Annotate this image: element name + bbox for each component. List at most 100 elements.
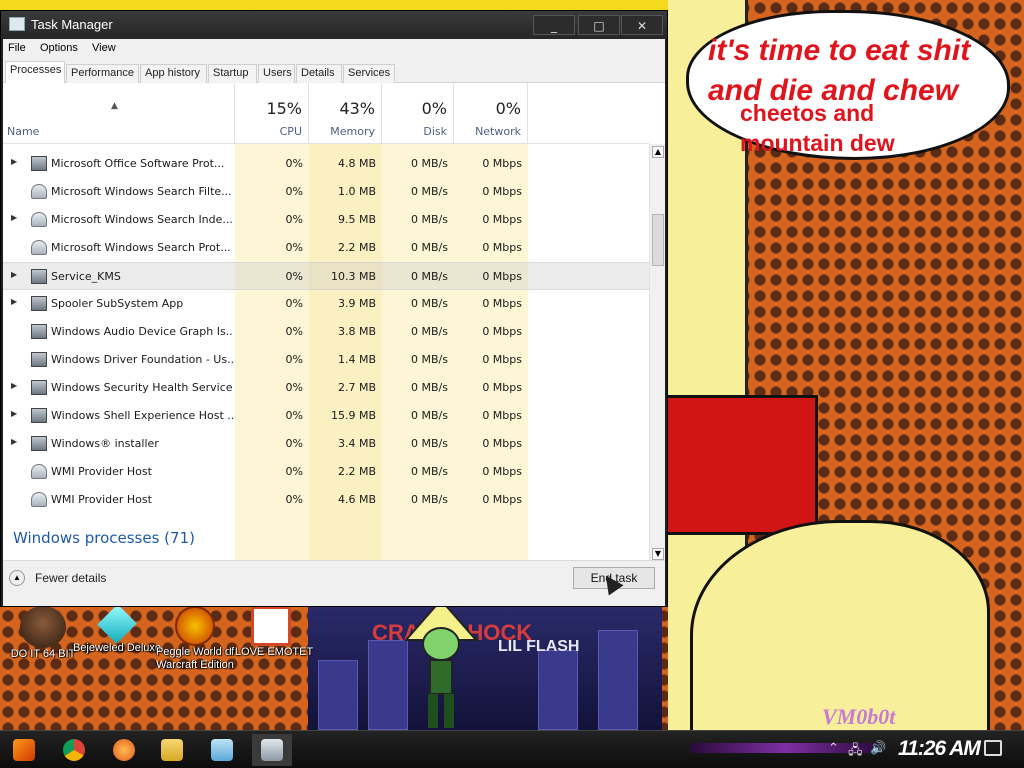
process-name: Microsoft Office Software Prot... [51,157,225,170]
taskbar-task-manager[interactable] [252,734,292,766]
album-art: CRAFT SHOCK LIL FLASH [308,606,662,730]
tab-app-history[interactable]: App history [140,64,207,83]
footer-bar: ▲ Fewer details End task [3,560,665,606]
maximize-button[interactable]: □ [578,15,620,35]
cell-disk: 0 MB/s [411,185,448,198]
tab-startup[interactable]: Startup [208,64,257,83]
process-name: Microsoft Windows Search Prot... [51,241,231,254]
cell-network: 0 Mbps [482,465,522,478]
table-row[interactable]: ▶ Service_KMS 0% 10.3 MB 0 MB/s 0 Mbps [3,262,649,290]
process-icon [31,240,47,255]
powerpoint-icon [251,606,291,646]
column-header-network[interactable]: 0% Network [454,83,528,143]
table-row[interactable]: Windows Driver Foundation - Us... 0% 1.4 M… [3,346,649,374]
minimize-button[interactable]: _ [533,15,575,35]
taskbar: ⌃ 🖧 🔊 11:26 AM [0,730,1024,768]
scroll-up-arrow-icon[interactable]: ▲ [652,146,664,158]
tab-services[interactable]: Services [343,64,395,83]
cell-cpu: 0% [285,465,303,478]
firefox-icon [113,739,135,761]
table-row[interactable]: ▶ Microsoft Office Software Prot... 0% 4.8 … [3,150,649,178]
start-icon [13,739,35,761]
cell-memory: 4.8 MB [337,157,376,170]
cell-disk: 0 MB/s [411,325,448,338]
desktop-icon-i-love-emotet[interactable]: I LOVE EMOTET [226,606,316,659]
tab-details[interactable]: Details [296,64,342,83]
tab-processes[interactable]: Processes [5,61,65,83]
expand-arrow-icon[interactable]: ▶ [11,297,17,306]
column-header-cpu[interactable]: 15% CPU [235,83,309,143]
vertical-scrollbar[interactable]: ▲ ▼ [649,144,665,562]
scroll-thumb[interactable] [652,214,664,266]
expand-arrow-icon[interactable]: ▶ [11,157,17,166]
close-button[interactable]: ✕ [621,15,663,35]
cell-network: 0 Mbps [482,185,522,198]
fewer-details-link[interactable]: Fewer details [35,571,106,585]
desktop-icon-label: I LOVE EMOTET [228,646,314,658]
process-icon [31,156,47,171]
volume-icon[interactable]: 🔊 [870,741,886,756]
column-header-name[interactable]: ▲ Name [3,83,235,143]
taskbar-file-explorer[interactable] [152,734,192,766]
action-center-icon[interactable] [984,740,1002,756]
expand-arrow-icon[interactable]: ▶ [11,409,17,418]
menu-file[interactable]: File [8,42,26,54]
album-building [538,650,578,730]
cell-cpu: 0% [285,353,303,366]
menu-bar: File Options View [3,39,665,59]
table-row[interactable]: ▶ Windows® installer 0% 3.4 MB 0 MB/s 0 Mbps [3,430,649,458]
window-title: Task Manager [31,17,113,32]
network-icon[interactable]: 🖧 [848,741,863,763]
cell-cpu: 0% [285,437,303,450]
cell-memory: 3.4 MB [337,437,376,450]
process-icon [31,184,47,199]
expand-arrow-icon[interactable]: ▶ [11,213,17,222]
table-row[interactable]: ▶ Windows Shell Experience Host ... 0% 15.9… [3,402,649,430]
tab-performance[interactable]: Performance [66,64,139,83]
process-icon [31,492,47,507]
taskbar-firefox[interactable] [104,734,144,766]
process-icon [31,464,47,479]
folder-icon [161,739,183,761]
menu-view[interactable]: View [92,42,116,54]
scroll-down-arrow-icon[interactable]: ▼ [652,548,664,560]
process-icon [31,324,47,339]
process-icon [31,436,47,451]
start-button[interactable] [4,734,44,766]
cell-memory: 1.4 MB [337,353,376,366]
table-row[interactable]: Microsoft Windows Search Filte... 0% 1.0 M… [3,178,649,206]
desktop-icon-bejeweled[interactable]: Bejeweled Deluxe [72,604,162,655]
column-label-cpu: CPU [279,125,302,138]
expand-arrow-icon[interactable]: ▶ [11,437,17,446]
table-row[interactable]: ▶ Microsoft Windows Search Inde... 0% 9.5 M… [3,206,649,234]
expand-arrow-icon[interactable]: ▶ [11,270,17,279]
table-row[interactable]: WMI Provider Host 0% 4.6 MB 0 MB/s 0 Mbps [3,486,649,514]
taskbar-chrome[interactable] [54,734,94,766]
group-header-windows-processes[interactable]: Windows processes (71) [13,529,195,547]
process-icon [31,212,47,227]
table-row[interactable]: Windows Audio Device Graph Is... 0% 3.8 MB… [3,318,649,346]
tab-users[interactable]: Users [258,64,295,83]
table-row[interactable]: WMI Provider Host 0% 2.2 MB 0 MB/s 0 Mbps [3,458,649,486]
show-hidden-icons-icon[interactable]: ⌃ [828,741,839,756]
table-row[interactable]: ▶ Windows Security Health Service 0% 2.7 MB… [3,374,649,402]
cell-memory: 3.9 MB [337,297,376,310]
column-header-memory[interactable]: 43% Memory [309,83,382,143]
cell-network: 0 Mbps [482,353,522,366]
cell-cpu: 0% [285,325,303,338]
cell-memory: 15.9 MB [330,409,376,422]
title-bar[interactable]: Task Manager _ □ ✕ [1,11,667,39]
cell-network: 0 Mbps [482,437,522,450]
do-it-64-bit-icon [20,606,66,648]
album-building [598,630,638,730]
cell-memory: 1.0 MB [337,185,376,198]
table-row[interactable]: Microsoft Windows Search Prot... 0% 2.2 MB… [3,234,649,262]
table-row[interactable]: ▶ Spooler SubSystem App 0% 3.9 MB 0 MB/s 0 Mb… [3,290,649,318]
column-header-disk[interactable]: 0% Disk [382,83,454,143]
chevron-up-icon[interactable]: ▲ [9,570,25,586]
expand-arrow-icon[interactable]: ▶ [11,381,17,390]
bejeweled-gem-icon [97,604,137,644]
taskbar-clock[interactable]: 11:26 AM [898,737,981,761]
menu-options[interactable]: Options [40,42,78,54]
taskbar-notepad[interactable] [202,734,242,766]
